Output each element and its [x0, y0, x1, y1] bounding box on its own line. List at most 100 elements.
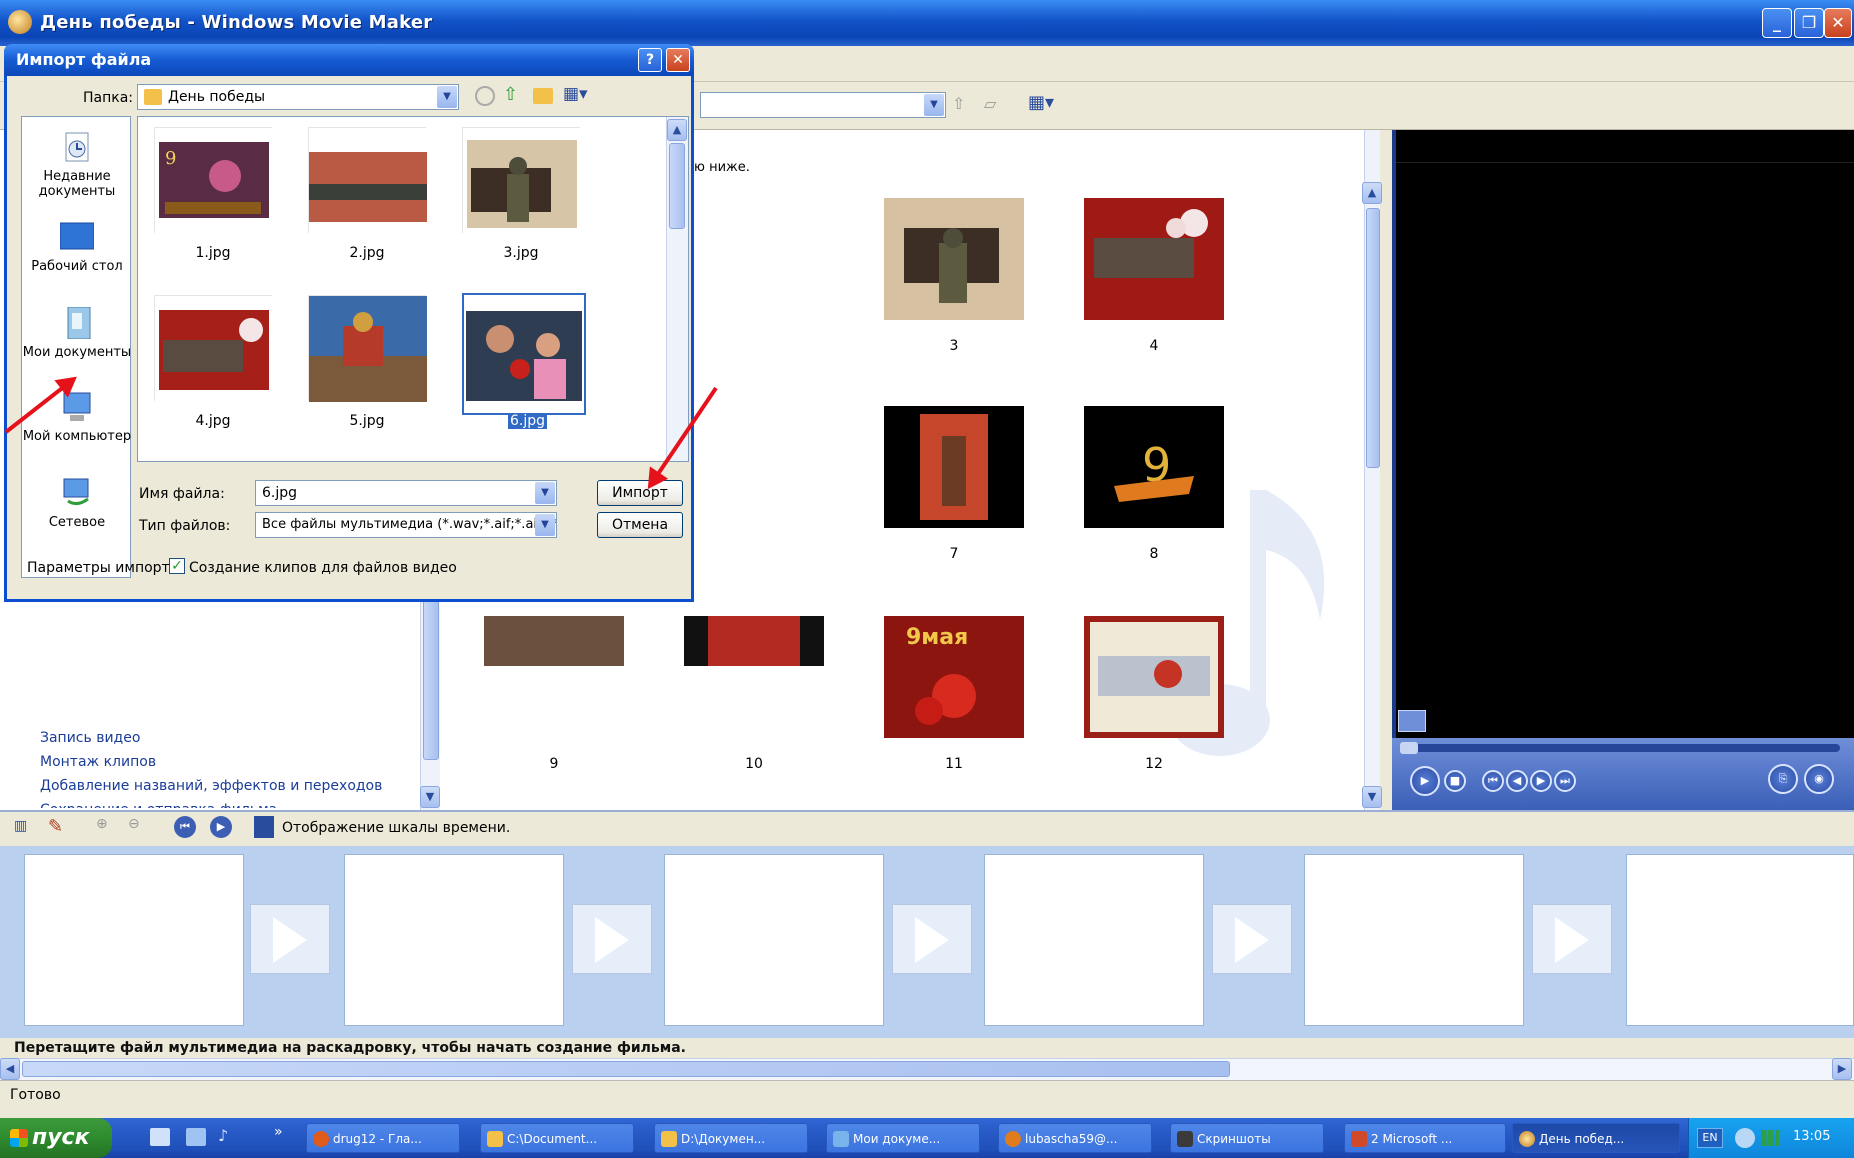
- create-clips-checkbox[interactable]: ✓: [169, 558, 185, 574]
- storyboard-slot-6[interactable]: [1626, 854, 1854, 1026]
- file-thumbnail-2[interactable]: [308, 127, 427, 234]
- create-clips-label[interactable]: Создание клипов для файлов видео: [189, 560, 457, 576]
- clip-thumbnail-12[interactable]: [1084, 616, 1224, 738]
- rewind-storyboard-icon[interactable]: ⏮: [174, 816, 196, 838]
- chevron-down-icon[interactable]: ▼: [535, 482, 555, 504]
- play-button[interactable]: ▶: [1410, 766, 1440, 796]
- storyboard-scroll-thumb[interactable]: [22, 1061, 1230, 1077]
- new-folder-icon[interactable]: [533, 88, 553, 104]
- narration-icon[interactable]: ✎: [48, 816, 68, 837]
- file-thumbnail-4[interactable]: [154, 295, 273, 402]
- previous-frame-button[interactable]: ⏮: [1482, 770, 1504, 792]
- media-player-icon[interactable]: ♪: [218, 1126, 240, 1148]
- network-tray-icon[interactable]: [1735, 1128, 1755, 1148]
- file-list-scroll-thumb[interactable]: [669, 143, 685, 229]
- split-clip-button[interactable]: ⎘: [1768, 764, 1798, 794]
- taskbar-button-documents-d[interactable]: D:\Докумен...: [654, 1123, 808, 1153]
- file-name-1[interactable]: 1.jpg: [154, 245, 272, 261]
- task-link-capture[interactable]: Запись видео: [40, 726, 382, 750]
- up-folder-icon[interactable]: ⇧: [503, 84, 525, 106]
- up-folder-icon[interactable]: ⇧: [952, 94, 974, 116]
- contents-scroll-thumb[interactable]: [1366, 208, 1380, 468]
- place-my-computer[interactable]: Мой компьютер: [22, 391, 132, 444]
- filename-input[interactable]: 6.jpg ▼: [255, 480, 557, 506]
- transition-slot-2[interactable]: [572, 904, 652, 974]
- back-icon[interactable]: [475, 86, 495, 106]
- rewind-button[interactable]: ◀: [1506, 770, 1528, 792]
- place-my-documents[interactable]: Мои документы: [22, 306, 132, 360]
- stop-button[interactable]: ■: [1444, 770, 1466, 792]
- storyboard-slot-5[interactable]: [1304, 854, 1524, 1026]
- snapshot-button[interactable]: ◉: [1804, 764, 1834, 794]
- forward-button[interactable]: ▶: [1530, 770, 1552, 792]
- storyboard-slot-4[interactable]: [984, 854, 1204, 1026]
- chevron-down-icon[interactable]: ▼: [437, 86, 457, 108]
- zoom-in-icon[interactable]: ⊕: [96, 816, 116, 836]
- restore-button[interactable]: ❐: [1794, 8, 1824, 38]
- file-thumbnail-3[interactable]: [462, 127, 581, 234]
- taskbar-button-movie-maker[interactable]: День побед...: [1512, 1123, 1680, 1153]
- transition-slot-5[interactable]: [1532, 904, 1612, 974]
- help-button[interactable]: ?: [638, 48, 662, 72]
- clip-thumbnail-7[interactable]: [884, 406, 1024, 528]
- show-timeline-label[interactable]: Отображение шкалы времени.: [282, 820, 510, 836]
- contents-scrollbar[interactable]: ▲ ▼: [1362, 130, 1382, 810]
- chevron-down-icon[interactable]: ▼: [924, 94, 944, 116]
- clip-thumbnail-10[interactable]: [684, 616, 824, 666]
- clock[interactable]: 13:05: [1793, 1129, 1830, 1144]
- quick-launch-icon[interactable]: [186, 1128, 206, 1146]
- contents-scroll-down[interactable]: ▼: [1362, 786, 1382, 808]
- filetype-dropdown[interactable]: Все файлы мультимедиа (*.wav;*.aif;*.aif…: [255, 512, 557, 538]
- task-link-titles[interactable]: Добавление названий, эффектов и переходо…: [40, 774, 382, 798]
- file-name-5[interactable]: 5.jpg: [308, 413, 426, 429]
- close-button[interactable]: ✕: [1824, 8, 1852, 38]
- scroll-right-button[interactable]: ▶: [1832, 1058, 1852, 1080]
- show-desktop-icon[interactable]: [150, 1128, 170, 1146]
- tasks-scroll-thumb[interactable]: [423, 600, 439, 760]
- dialog-title-bar[interactable]: Импорт файла ? ✕: [4, 44, 694, 76]
- clip-thumbnail-8[interactable]: 9: [1084, 406, 1224, 528]
- file-name-6-selected[interactable]: 6.jpg: [508, 413, 548, 429]
- taskbar-button-documents-c[interactable]: C:\Document...: [480, 1123, 634, 1153]
- language-indicator[interactable]: EN: [1697, 1128, 1723, 1148]
- seek-bar[interactable]: [1400, 742, 1840, 754]
- taskbar-button-microsoft-group[interactable]: 2 Microsoft ...: [1344, 1123, 1506, 1153]
- dialog-close-button[interactable]: ✕: [666, 48, 690, 72]
- clip-thumbnail-3[interactable]: [884, 198, 1024, 320]
- transition-slot-1[interactable]: [250, 904, 330, 974]
- next-frame-button[interactable]: ⏭: [1554, 770, 1576, 792]
- file-name-4[interactable]: 4.jpg: [154, 413, 272, 429]
- monitor-small-icon[interactable]: [1398, 710, 1426, 732]
- place-desktop[interactable]: Рабочий стол: [22, 221, 132, 274]
- taskbar-button-mail[interactable]: lubascha59@...: [998, 1123, 1152, 1153]
- quick-launch-more-icon[interactable]: »: [274, 1124, 283, 1140]
- start-button[interactable]: пуск: [0, 1118, 112, 1158]
- file-thumbnail-6[interactable]: [462, 293, 586, 415]
- transition-slot-3[interactable]: [892, 904, 972, 974]
- tasks-scroll-down[interactable]: ▼: [420, 786, 440, 808]
- storyboard-slot-2[interactable]: [344, 854, 564, 1026]
- storyboard-scrollbar[interactable]: ◀ ▶: [0, 1058, 1854, 1080]
- new-folder-icon[interactable]: ▱: [984, 94, 1006, 116]
- seek-slider[interactable]: [1400, 742, 1418, 754]
- title-bar[interactable]: День победы - Windows Movie Maker _ ❐ ✕: [0, 0, 1854, 46]
- storyboard-slot-1[interactable]: [24, 854, 244, 1026]
- taskbar-button-screenshots[interactable]: Скриншоты: [1170, 1123, 1324, 1153]
- task-link-edit[interactable]: Монтаж клипов: [40, 750, 382, 774]
- folder-dropdown[interactable]: День победы ▼: [137, 84, 459, 110]
- file-thumbnail-5[interactable]: [308, 295, 427, 402]
- scroll-left-button[interactable]: ◀: [0, 1058, 20, 1080]
- file-name-2[interactable]: 2.jpg: [308, 245, 426, 261]
- storyboard-slot-3[interactable]: [664, 854, 884, 1026]
- clip-thumbnail-11[interactable]: 9мая: [884, 616, 1024, 738]
- cancel-button[interactable]: Отмена: [597, 512, 683, 538]
- task-link-finish[interactable]: Сохранение и отправка фильма: [40, 798, 382, 808]
- file-list-scroll-up[interactable]: ▲: [667, 119, 687, 141]
- chevron-down-icon[interactable]: ▼: [535, 514, 555, 536]
- clip-thumbnail-9[interactable]: [484, 616, 624, 666]
- place-network[interactable]: Сетевое: [22, 477, 132, 530]
- place-recent-documents[interactable]: Недавние документы: [22, 131, 132, 199]
- contents-scroll-up[interactable]: ▲: [1362, 182, 1382, 204]
- file-list-scrollbar[interactable]: ▲: [666, 117, 688, 461]
- minimize-button[interactable]: _: [1762, 8, 1792, 38]
